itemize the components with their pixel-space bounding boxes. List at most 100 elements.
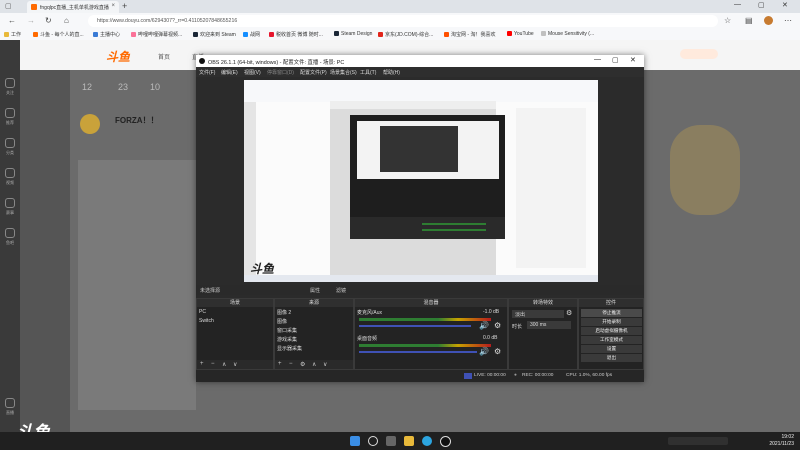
menu-help[interactable]: 帮助(H) bbox=[383, 69, 400, 76]
taskbar-clock[interactable]: 19:02 2021/11/23 bbox=[769, 434, 794, 448]
move-down-icon[interactable]: ∨ bbox=[233, 361, 237, 368]
menu-view[interactable]: 视图(V) bbox=[244, 69, 261, 76]
source-item[interactable]: 图像 bbox=[277, 318, 287, 325]
room-title: FORZA！！ bbox=[115, 116, 159, 125]
bookmark-item[interactable]: Steam Design bbox=[334, 31, 372, 37]
nav-home[interactable]: 首页 bbox=[158, 52, 170, 61]
transition-select[interactable]: 淡出 bbox=[512, 310, 564, 318]
menu-docks[interactable]: 停靠窗口(D) bbox=[267, 69, 294, 76]
fishbar-icon[interactable] bbox=[5, 228, 15, 238]
task-view-icon[interactable] bbox=[386, 436, 396, 446]
source-item[interactable]: 窗口采集 bbox=[277, 327, 297, 334]
source-item[interactable]: 图像 2 bbox=[277, 309, 291, 316]
remove-icon[interactable]: − bbox=[289, 361, 293, 367]
obs-preview[interactable]: 斗鱼 bbox=[244, 80, 598, 282]
properties-button[interactable]: 属性 bbox=[310, 287, 320, 294]
more-icon[interactable]: ⋯ bbox=[784, 16, 792, 25]
duration-input[interactable]: 300 ms bbox=[527, 321, 571, 329]
gear-icon[interactable]: ⚙ bbox=[300, 361, 305, 368]
start-recording-button[interactable]: 开始录制 bbox=[581, 318, 642, 326]
window-menu-icon[interactable]: ▢ bbox=[5, 2, 12, 10]
home-icon[interactable]: ⌂ bbox=[64, 16, 69, 25]
add-icon[interactable]: + bbox=[200, 361, 204, 367]
move-down-icon[interactable]: ∨ bbox=[323, 361, 327, 368]
close-tab-icon[interactable]: × bbox=[111, 3, 115, 9]
menu-tools[interactable]: 工具(T) bbox=[360, 69, 376, 76]
clock-time: 19:02 bbox=[781, 434, 794, 440]
obs-title-bar: OBS 26.1.1 (64-bit, windows) - 配置文件: 直播 … bbox=[196, 55, 644, 67]
obs-minimize-icon[interactable]: — bbox=[594, 56, 601, 63]
room-sidebar-panel bbox=[78, 160, 196, 410]
bookmark-item[interactable]: 税收首页 微博 随时... bbox=[269, 31, 323, 38]
bookmark-item[interactable]: 工作 bbox=[4, 31, 21, 38]
address-bar[interactable]: https://www.douyu.com/6294307?_rr=0.4110… bbox=[88, 15, 718, 27]
scene-item[interactable]: Switch bbox=[199, 318, 214, 324]
bookmark-item[interactable]: 战网 bbox=[243, 31, 260, 38]
new-tab-button[interactable]: + bbox=[122, 1, 127, 11]
bookmark-item[interactable]: 欢迎来到 Steam bbox=[193, 31, 236, 38]
add-icon[interactable]: + bbox=[278, 361, 282, 367]
menu-scene-collection[interactable]: 场景集合(S) bbox=[330, 69, 357, 76]
speaker-icon[interactable]: 🔊 bbox=[479, 321, 489, 330]
volume-slider[interactable] bbox=[359, 325, 471, 327]
virtual-camera-button[interactable]: 启动虚拟摄像机 bbox=[581, 327, 642, 335]
obs-close-icon[interactable]: ✕ bbox=[630, 56, 636, 64]
scenes-toolbar: + − ∧ ∨ bbox=[197, 360, 273, 369]
event-icon[interactable] bbox=[5, 198, 15, 208]
exit-button[interactable]: 退出 bbox=[581, 354, 642, 362]
favorites-icon[interactable]: ☆ bbox=[724, 16, 731, 25]
settings-button[interactable]: 设置 bbox=[581, 345, 642, 353]
follow-icon[interactable] bbox=[5, 78, 15, 88]
profile-avatar[interactable] bbox=[764, 16, 773, 25]
menu-file[interactable]: 文件(F) bbox=[199, 69, 215, 76]
filters-button[interactable]: 滤镜 bbox=[336, 287, 346, 294]
remove-icon[interactable]: − bbox=[211, 361, 215, 367]
video-icon[interactable] bbox=[5, 168, 15, 178]
category-icon[interactable] bbox=[5, 138, 15, 148]
volume-slider[interactable] bbox=[359, 351, 477, 353]
collections-icon[interactable]: ▤ bbox=[745, 16, 753, 25]
bookmark-item[interactable]: 斗鱼 - 每个人的直... bbox=[33, 31, 84, 38]
maximize-icon[interactable]: ▢ bbox=[758, 1, 765, 9]
obs-taskbar-icon[interactable] bbox=[440, 436, 451, 447]
streamer-avatar[interactable] bbox=[80, 114, 100, 134]
source-item[interactable]: 显示器采集 bbox=[277, 345, 302, 352]
studio-mode-button[interactable]: 工作室模式 bbox=[581, 336, 642, 344]
gear-icon[interactable]: ⚙ bbox=[494, 321, 501, 330]
start-icon[interactable] bbox=[350, 436, 360, 446]
close-window-icon[interactable]: ✕ bbox=[782, 1, 788, 9]
stop-streaming-button[interactable]: 停止推流 bbox=[581, 309, 642, 317]
system-tray-icons[interactable] bbox=[668, 437, 728, 445]
bookmark-item[interactable]: 京东(JD.COM)-综合... bbox=[378, 31, 433, 38]
recommend-icon[interactable] bbox=[5, 108, 15, 118]
bookmark-item[interactable]: Mouse Sensitivity (... bbox=[541, 31, 594, 37]
bookmark-item[interactable]: 哔哩哔哩弹幕视频... bbox=[131, 31, 182, 38]
bookmark-item[interactable]: YouTube bbox=[507, 31, 534, 37]
forward-icon[interactable]: → bbox=[27, 16, 35, 25]
obs-maximize-icon[interactable]: ▢ bbox=[612, 56, 619, 64]
gear-icon[interactable]: ⚙ bbox=[566, 309, 572, 317]
audio-mixer-panel: 混音器 麦克风/Aux -1.0 dB 🔊 ⚙ 桌面音频 0.0 dB 🔊 ⚙ bbox=[354, 298, 508, 370]
move-up-icon[interactable]: ∧ bbox=[312, 361, 316, 368]
douyu-favicon-icon bbox=[31, 4, 37, 10]
site-logo[interactable]: 斗鱼 bbox=[106, 48, 130, 65]
reload-icon[interactable]: ↻ bbox=[45, 16, 52, 25]
menu-profile[interactable]: 配置文件(P) bbox=[300, 69, 327, 76]
live-icon[interactable] bbox=[5, 398, 15, 408]
search-icon[interactable] bbox=[368, 436, 378, 446]
rec-time: REC: 00:00:00 bbox=[522, 373, 554, 378]
back-icon[interactable]: ← bbox=[8, 16, 16, 25]
speaker-icon[interactable]: 🔊 bbox=[479, 347, 489, 356]
browser-tab[interactable]: fngqlpc直播_主机单机游戏直播 × bbox=[27, 1, 119, 13]
pc-live-button[interactable] bbox=[680, 49, 718, 59]
bookmark-item[interactable]: 淘宝网 - 淘！我喜欢 bbox=[444, 31, 495, 38]
edge-icon[interactable] bbox=[422, 436, 432, 446]
gear-icon[interactable]: ⚙ bbox=[494, 347, 501, 356]
move-up-icon[interactable]: ∧ bbox=[222, 361, 226, 368]
source-item[interactable]: 游戏采集 bbox=[277, 336, 297, 343]
minimize-icon[interactable]: — bbox=[734, 1, 741, 8]
menu-edit[interactable]: 编辑(E) bbox=[221, 69, 238, 76]
bookmark-item[interactable]: 主播中心 bbox=[93, 31, 120, 38]
scene-item[interactable]: PC bbox=[199, 309, 206, 315]
file-explorer-icon[interactable] bbox=[404, 436, 414, 446]
